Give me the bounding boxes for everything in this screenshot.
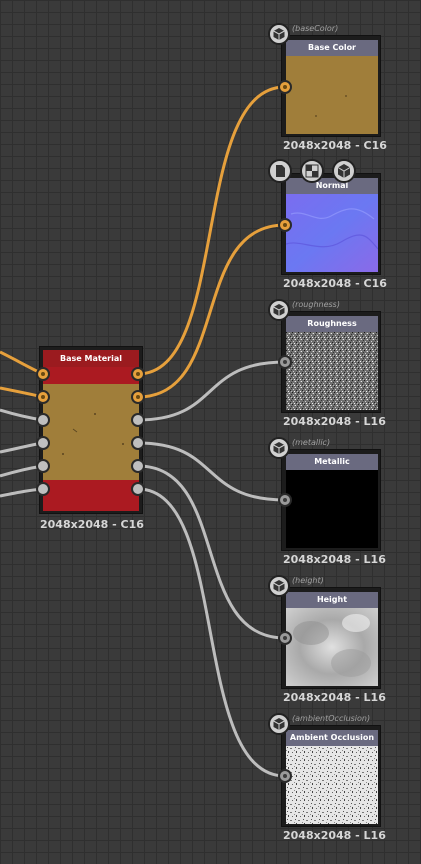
cube-icon[interactable] [268, 299, 290, 321]
cube-icon[interactable] [268, 23, 290, 45]
material-output-port[interactable] [131, 367, 145, 381]
node-resolution: 2048x2048 - C16 [283, 139, 387, 152]
output-identifier: (ambientOcclusion) [292, 714, 371, 723]
normal-thumbnail [286, 194, 378, 272]
node-resolution: 2048x2048 - L16 [283, 829, 386, 842]
material-input-port[interactable] [36, 482, 50, 496]
output-identifier: (baseColor) [292, 24, 339, 33]
basecolor-thumbnail [286, 56, 378, 134]
node-title: Ambient Occlusion [286, 730, 378, 746]
node-title: Roughness [286, 316, 378, 332]
output-node-normal[interactable]: Normal [281, 173, 381, 275]
node-title: Metallic [286, 454, 378, 470]
node-title: Base Color [286, 40, 378, 56]
metallic-thumbnail [286, 470, 378, 548]
output-input-port[interactable] [278, 769, 292, 783]
output-node-basecolor[interactable]: Base Color [281, 35, 381, 137]
base-material-node[interactable]: Base Material [39, 346, 143, 514]
material-input-port[interactable] [36, 367, 50, 381]
material-output-port[interactable] [131, 482, 145, 496]
output-input-port[interactable] [278, 631, 292, 645]
output-input-port[interactable] [278, 80, 292, 94]
output-node-ambientocclusion[interactable]: Ambient Occlusion [281, 725, 381, 827]
output-node-metallic[interactable]: Metallic [281, 449, 381, 551]
checker-icon[interactable] [300, 159, 324, 183]
material-input-port[interactable] [36, 459, 50, 473]
node-title: Base Material [43, 350, 139, 367]
material-input-port[interactable] [36, 413, 50, 427]
height-thumbnail [286, 608, 378, 686]
material-output-port[interactable] [131, 413, 145, 427]
cube-icon[interactable] [268, 713, 290, 735]
output-input-port[interactable] [278, 218, 292, 232]
roughness-thumbnail [286, 332, 378, 410]
cube-icon[interactable] [268, 575, 290, 597]
node-resolution: 2048x2048 - L16 [283, 691, 386, 704]
material-input-port[interactable] [36, 390, 50, 404]
output-input-port[interactable] [278, 355, 292, 369]
node-resolution: 2048x2048 - L16 [283, 415, 386, 428]
output-identifier: (height) [292, 576, 324, 585]
cube-icon[interactable] [332, 159, 356, 183]
output-node-height[interactable]: Height [281, 587, 381, 689]
node-title: Height [286, 592, 378, 608]
node-resolution: 2048x2048 - L16 [283, 553, 386, 566]
output-identifier: (roughness) [292, 300, 340, 309]
node-resolution: 2048x2048 - C16 [283, 277, 387, 290]
base-material-thumbnail [43, 384, 139, 480]
ambientocclusion-thumbnail [286, 746, 378, 824]
material-output-port[interactable] [131, 436, 145, 450]
document-icon[interactable] [268, 159, 292, 183]
material-output-port[interactable] [131, 390, 145, 404]
cube-icon[interactable] [268, 437, 290, 459]
output-input-port[interactable] [278, 493, 292, 507]
material-output-port[interactable] [131, 459, 145, 473]
material-input-port[interactable] [36, 436, 50, 450]
output-identifier: (metallic) [292, 438, 331, 447]
node-title: Normal [286, 178, 378, 194]
node-resolution: 2048x2048 - C16 [40, 518, 144, 531]
output-node-roughness[interactable]: Roughness [281, 311, 381, 413]
